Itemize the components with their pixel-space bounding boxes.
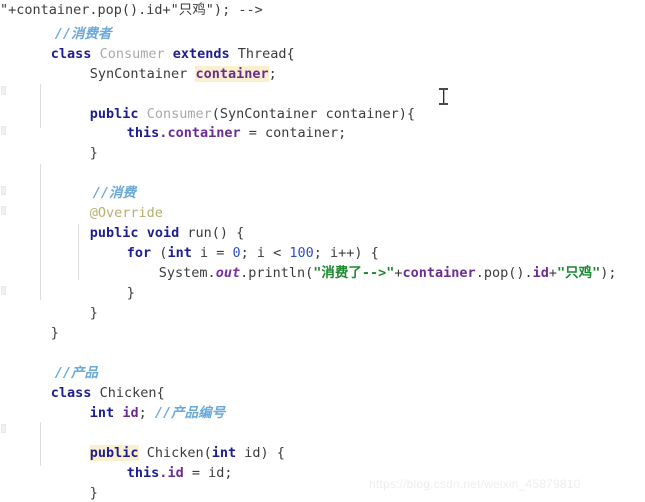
concat-operator: +	[548, 265, 558, 281]
code-line: this.id = id;	[78, 443, 233, 481]
code-line: class Chicken{	[2, 363, 165, 401]
keyword-int: int	[89, 405, 115, 421]
dot: .	[475, 265, 484, 281]
code-line: //消费	[44, 163, 136, 201]
assignment: =	[240, 125, 265, 141]
code-line: }	[41, 463, 98, 501]
code-line: public Consumer(SynContainer container){	[41, 84, 415, 122]
semicolon: ;	[268, 66, 277, 82]
paren-close-semicolon: );	[600, 265, 617, 281]
assignment: =	[183, 465, 209, 481]
code-line: class Consumer extends Thread{	[2, 24, 295, 62]
field-container-assign: container	[167, 125, 241, 141]
code-line: public Chicken(int id) {	[41, 423, 285, 461]
string-only-chicken: "只鸡"	[557, 265, 601, 281]
code-line: public void run() {	[41, 203, 244, 241]
code-line: }	[78, 263, 135, 301]
comment-product-id: //产品编号	[154, 405, 226, 421]
keyword-this: this	[126, 465, 160, 481]
dot: .	[524, 265, 533, 281]
field-id-declaration: id	[122, 405, 139, 421]
dot: .	[240, 265, 249, 281]
code-line: }	[41, 283, 98, 321]
code-line: SynContainer container;	[41, 44, 277, 82]
code-screenshot: //消费者 class Consumer extends Thread{ Syn…	[0, 0, 645, 502]
code-line: @Override	[41, 183, 163, 221]
brace-close: }	[89, 305, 98, 321]
semicolon: ;	[138, 405, 147, 421]
code-editor-content[interactable]: //消费者 class Consumer extends Thread{ Syn…	[0, 0, 645, 502]
var-container: container	[402, 265, 476, 281]
ibeam-stem	[443, 90, 444, 103]
field-id-assign: id	[167, 465, 184, 481]
brace-close: }	[89, 485, 98, 501]
value-id: id	[208, 465, 225, 481]
brace-close: }	[50, 325, 59, 341]
value-container: container	[264, 125, 339, 141]
keyword-this: this	[126, 125, 160, 141]
code-line: int id; //产品编号	[41, 383, 225, 421]
classname-syncontainer: SynContainer	[89, 66, 188, 82]
class-system: System.	[158, 265, 216, 281]
param-name-id: id	[244, 445, 261, 461]
brace-close: }	[89, 145, 98, 161]
semicolon: ;	[224, 465, 233, 481]
field-out: out	[215, 265, 241, 281]
code-line: for (int i = 0; i < 100; i++) {	[78, 223, 379, 261]
ibeam-cap-bottom	[439, 103, 448, 105]
code-line: this.container = container;	[78, 103, 347, 141]
code-line: }	[41, 123, 98, 161]
method-println: println(	[248, 265, 314, 281]
code-line: //产品	[6, 343, 98, 381]
code-line: //消费者	[6, 4, 112, 42]
field-id: id	[532, 265, 549, 281]
code-line: }	[2, 303, 59, 341]
brace-close: }	[126, 285, 135, 301]
field-container-declaration: container	[195, 66, 269, 82]
method-pop: pop()	[483, 265, 525, 281]
paren-close-brace: ){	[398, 106, 415, 122]
paren-close-brace: ) {	[260, 445, 285, 461]
concat-operator: +	[394, 265, 403, 281]
code-line: }	[2, 483, 59, 502]
text-cursor-icon	[439, 88, 448, 105]
semicolon: ;	[338, 125, 347, 141]
code-line: System.out.println("消费了-->"+container.po…	[110, 243, 617, 281]
watermark-url: https://blog.csdn.net/weixin_45879810	[369, 477, 581, 491]
string-consumed: "消费了-->"	[313, 265, 395, 281]
